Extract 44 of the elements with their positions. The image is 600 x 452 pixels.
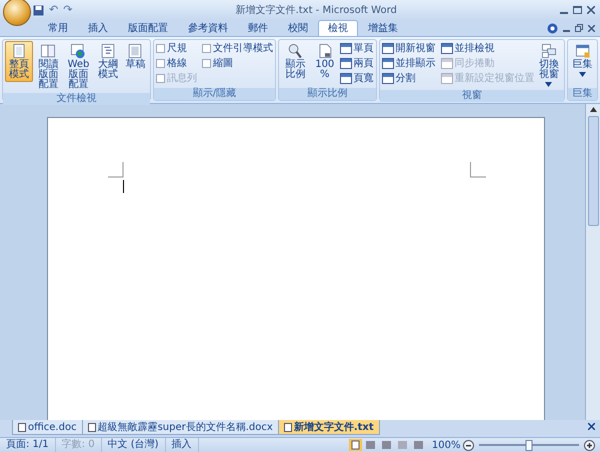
document-tab[interactable]: 超級無敵霹靂super長的文件名稱.docx — [82, 420, 279, 435]
ribbon-button[interactable]: Web 版面配置 — [64, 41, 93, 92]
checkbox[interactable]: 尺規 — [156, 41, 197, 55]
ribbon-button[interactable]: 單頁 — [340, 41, 374, 55]
ribbon-button[interactable]: 閱讀版面配置 — [34, 41, 63, 92]
zoom-level-text: 100% — [432, 438, 460, 452]
ribbon-tab[interactable]: 校閱 — [278, 20, 318, 36]
ribbon-tab[interactable]: 郵件 — [238, 20, 278, 36]
ribbon-button[interactable]: 整頁模式 — [5, 41, 33, 82]
ribbon-button[interactable]: 頁寬 — [340, 71, 374, 85]
checkbox[interactable]: 格線 — [156, 56, 197, 70]
group-label: 顯示/隱藏 — [154, 88, 275, 100]
undo-button[interactable]: ↶ — [49, 2, 58, 18]
ribbon-tab[interactable]: 版面配置 — [118, 20, 178, 36]
ribbon-tab[interactable]: 檢視 — [318, 20, 358, 36]
ribbon-tab[interactable]: 插入 — [78, 20, 118, 36]
status-item: 插入 — [166, 438, 199, 452]
status-item: 頁面: 1/1 — [0, 438, 56, 452]
ribbon-button[interactable]: 兩頁 — [340, 56, 374, 70]
checkbox[interactable]: 文件引導模式 — [202, 41, 273, 55]
redo-button[interactable]: ↷ — [63, 2, 72, 18]
ribbon-button[interactable]: 100% — [310, 41, 339, 82]
ribbon-tab[interactable]: 參考資料 — [178, 20, 238, 36]
ribbon-button[interactable]: 分割 — [382, 71, 436, 85]
status-item: 中文 (台灣) — [102, 438, 166, 452]
ribbon-button[interactable]: 草稿 — [122, 41, 148, 72]
group-label: 文件檢視 — [3, 93, 150, 105]
ribbon-button[interactable]: 開新視窗 — [382, 41, 436, 55]
status-item: 字數: 0 — [56, 438, 102, 452]
group-label: 顯示比例 — [278, 88, 376, 100]
ribbon-button[interactable]: 大綱模式 — [94, 41, 122, 82]
ribbon-tab[interactable]: 常用 — [38, 20, 78, 36]
window-title: 新增文字文件.txt - Microsoft Word — [234, 4, 398, 18]
document-tab[interactable]: office.doc — [12, 420, 83, 435]
ribbon-button[interactable]: 顯示比例 — [280, 41, 310, 82]
ribbon-button[interactable]: 巨集 — [570, 41, 595, 79]
group-label: 巨集 — [568, 88, 597, 100]
ribbon-button[interactable]: 切換視窗 — [536, 41, 562, 89]
checkbox[interactable]: 縮圖 — [202, 56, 273, 70]
ribbon-tab[interactable]: 增益集 — [358, 20, 408, 36]
ribbon-button[interactable]: 並排顯示 — [382, 56, 436, 70]
ribbon-button[interactable]: 並排檢視 — [440, 41, 535, 55]
group-label: 視窗 — [380, 90, 564, 102]
document-tab[interactable]: 新增文字文件.txt — [278, 420, 380, 435]
